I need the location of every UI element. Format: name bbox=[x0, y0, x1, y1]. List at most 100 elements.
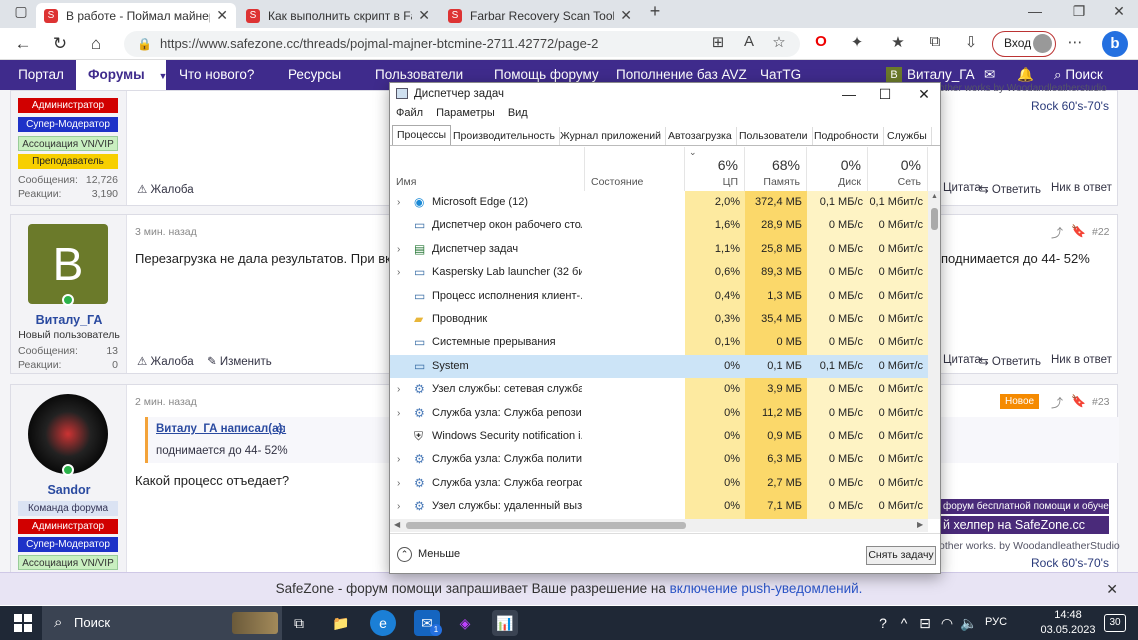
process-row[interactable]: ⛨ Windows Security notification i... 0% 0,9… bbox=[390, 425, 928, 449]
menu-view[interactable]: Вид bbox=[508, 107, 528, 119]
collections-icon[interactable]: ⧉ bbox=[924, 33, 946, 50]
network-tray-icon[interactable]: ⊟ bbox=[916, 610, 934, 636]
windows-start-icon[interactable] bbox=[8, 610, 38, 636]
tab-startup[interactable]: Автозагрузка bbox=[664, 127, 737, 145]
nick-reply-link[interactable]: Ник в ответ bbox=[1051, 182, 1112, 194]
post-number[interactable]: #22 bbox=[1092, 226, 1110, 238]
taskbar-search-box[interactable]: ⌕ Поиск bbox=[42, 606, 282, 640]
favorite-add-icon[interactable]: ☆ bbox=[768, 33, 790, 51]
fewer-details-button[interactable]: ⌃ Меньше bbox=[397, 546, 460, 562]
close-icon[interactable]: ✕ bbox=[216, 7, 228, 24]
chevron-down-icon[interactable]: ▼ bbox=[158, 71, 167, 81]
column-header-name[interactable]: Имя bbox=[390, 147, 585, 191]
extensions-icon[interactable]: ✦ bbox=[846, 33, 868, 51]
back-arrow-icon[interactable]: ← bbox=[10, 32, 36, 56]
process-row[interactable]: › ⚙ Служба узла: Служба политик... 0% 6,3 МБ… bbox=[390, 448, 928, 472]
column-header-memory[interactable]: 68% Память bbox=[745, 147, 807, 191]
taskbar-date[interactable]: 03.05.2023 bbox=[1040, 624, 1096, 636]
tab-details[interactable]: Подробности bbox=[810, 127, 884, 145]
process-row[interactable]: › ⚙ Узел службы: сетевая служба 0% 3,9 МБ 0 М… bbox=[390, 378, 928, 402]
tab-performance[interactable]: Производительность bbox=[449, 127, 560, 145]
task-manager-taskbar-icon[interactable]: 📊 bbox=[492, 610, 518, 636]
help-tray-icon[interactable]: ? bbox=[870, 610, 896, 636]
expand-chevron-icon[interactable]: › bbox=[397, 448, 400, 471]
reply-link[interactable]: ⇆ Ответить bbox=[979, 182, 1041, 196]
minimize-icon[interactable]: — bbox=[831, 83, 867, 105]
close-icon[interactable]: ✕ bbox=[620, 7, 632, 24]
app-available-icon[interactable]: ⊞ bbox=[707, 33, 729, 51]
more-menu-icon[interactable]: ⋯ bbox=[1064, 33, 1086, 51]
tab-services[interactable]: Службы bbox=[883, 127, 932, 145]
minimize-icon[interactable]: — bbox=[1020, 3, 1050, 19]
tab-app-history[interactable]: Журнал приложений bbox=[556, 127, 666, 145]
opera-extension-icon[interactable]: O bbox=[810, 33, 832, 50]
expand-chevron-icon[interactable]: › bbox=[397, 191, 400, 214]
favorites-icon[interactable]: ★ bbox=[887, 33, 909, 51]
menu-options[interactable]: Параметры bbox=[436, 107, 495, 119]
signature-banner[interactable]: й хелпер на SafeZone.cc bbox=[939, 516, 1109, 534]
maximize-icon[interactable]: ☐ bbox=[867, 83, 903, 105]
process-row[interactable]: ▰ Проводник 0,3% 35,4 МБ 0 МБ/с 0 Мбит/с bbox=[390, 308, 928, 332]
browser-tab-2[interactable]: S Как выполнить скрипт в Farbar ✕ bbox=[238, 3, 438, 28]
nav-forums[interactable]: Форумы ▼ bbox=[76, 60, 167, 90]
quote-link[interactable]: Цитата bbox=[943, 354, 981, 366]
tab-processes[interactable]: Процессы bbox=[392, 125, 452, 146]
share-icon[interactable]: ⤴ bbox=[1051, 224, 1063, 241]
column-header-disk[interactable]: 0% Диск bbox=[807, 147, 868, 191]
push-enable-link[interactable]: включение push-уведомлений. bbox=[670, 581, 863, 596]
taskbar-time[interactable]: 14:48 bbox=[1040, 609, 1096, 621]
column-header-network[interactable]: 0% Сеть bbox=[868, 147, 928, 191]
scroll-right-icon[interactable]: ▶ bbox=[917, 520, 923, 529]
post-time[interactable]: 2 мин. назад bbox=[135, 396, 197, 408]
tab-actions-icon[interactable]: ▢ bbox=[6, 3, 36, 20]
quote-link[interactable]: Цитата bbox=[943, 182, 981, 194]
input-language[interactable]: РУС bbox=[985, 616, 1007, 628]
report-link[interactable]: ⚠ Жалоба bbox=[137, 354, 194, 368]
process-row[interactable]: › ◉ Microsoft Edge (12) 2,0% 372,4 МБ 0,1 МБ/… bbox=[390, 191, 928, 215]
column-header-status[interactable]: Состояние bbox=[585, 147, 685, 191]
close-window-icon[interactable]: ✕ bbox=[1104, 3, 1134, 20]
notification-center[interactable]: 30 bbox=[1104, 614, 1126, 632]
process-row[interactable]: › ▤ Диспетчер задач 1,1% 25,8 МБ 0 МБ/с 0 Мбит… bbox=[390, 237, 928, 262]
menu-file[interactable]: Файл bbox=[396, 107, 423, 119]
bookmark-icon[interactable]: 🔖 bbox=[1071, 394, 1086, 408]
process-row[interactable]: › ▭ Kaspersky Lab launcher (32 бита) 0,6%89… bbox=[390, 261, 928, 285]
expand-chevron-icon[interactable]: › bbox=[397, 495, 400, 518]
signature-banner[interactable]: форум бесплатной помощи и обучения bbox=[939, 499, 1109, 514]
process-row[interactable]: ▭ Системные прерывания 0,1% 0 МБ 0 МБ/с 0 Мби… bbox=[390, 331, 928, 355]
downloads-icon[interactable]: ⇩ bbox=[960, 33, 982, 51]
vertical-scroll-thumb[interactable] bbox=[931, 208, 938, 230]
reply-link[interactable]: ⇆ Ответить bbox=[979, 354, 1041, 368]
post-number[interactable]: #23 bbox=[1092, 396, 1110, 408]
edge-taskbar-icon[interactable]: e bbox=[370, 610, 396, 636]
avatar[interactable] bbox=[28, 394, 108, 474]
close-icon[interactable]: ✕ bbox=[906, 83, 940, 105]
process-row[interactable]: › ⚙ Служба узла: Служба репозит... 0% 11,2 М… bbox=[390, 401, 928, 425]
close-icon[interactable]: ✕ bbox=[1106, 573, 1118, 605]
login-button[interactable]: Вход bbox=[992, 31, 1056, 57]
home-icon[interactable]: ⌂ bbox=[83, 32, 109, 56]
nav-portal[interactable]: Портал bbox=[12, 60, 70, 90]
restore-icon[interactable]: ❐ bbox=[1064, 3, 1094, 20]
wifi-icon[interactable]: ◠ bbox=[938, 610, 956, 636]
expand-chevron-icon[interactable]: › bbox=[397, 238, 400, 261]
bookmark-icon[interactable]: 🔖 bbox=[1071, 224, 1086, 238]
process-row[interactable]: ▭ Процесс исполнения клиент-... 0,4% 1,3 МБ… bbox=[390, 284, 928, 308]
tab-users[interactable]: Пользователи bbox=[735, 127, 813, 145]
post-username[interactable]: Виталу_ГА bbox=[11, 313, 127, 327]
new-tab-button[interactable]: + bbox=[640, 1, 670, 22]
avatar[interactable]: В bbox=[28, 224, 108, 304]
scroll-up-icon[interactable]: ▲ bbox=[931, 193, 938, 200]
nick-reply-link[interactable]: Ник в ответ bbox=[1051, 354, 1112, 366]
process-row[interactable]: › ⚙ Служба узла: Служба географ... 0% 2,7 МБ… bbox=[390, 471, 928, 496]
vertical-scrollbar[interactable] bbox=[928, 191, 940, 519]
tray-overflow-icon[interactable]: ^ bbox=[896, 610, 912, 636]
bing-copilot-icon[interactable]: b bbox=[1102, 31, 1128, 57]
read-aloud-icon[interactable]: A bbox=[738, 33, 760, 50]
jump-to-quote-icon[interactable]: ⊕ bbox=[276, 422, 286, 436]
horizontal-scroll-thumb[interactable] bbox=[406, 522, 686, 529]
browser-tab-3[interactable]: S Farbar Recovery Scan Tool | Safe ✕ bbox=[440, 3, 640, 28]
expand-chevron-icon[interactable]: › bbox=[397, 472, 400, 495]
task-view-icon[interactable]: ⧉ bbox=[286, 610, 312, 636]
nav-whats-new[interactable]: Что нового? bbox=[179, 60, 254, 90]
